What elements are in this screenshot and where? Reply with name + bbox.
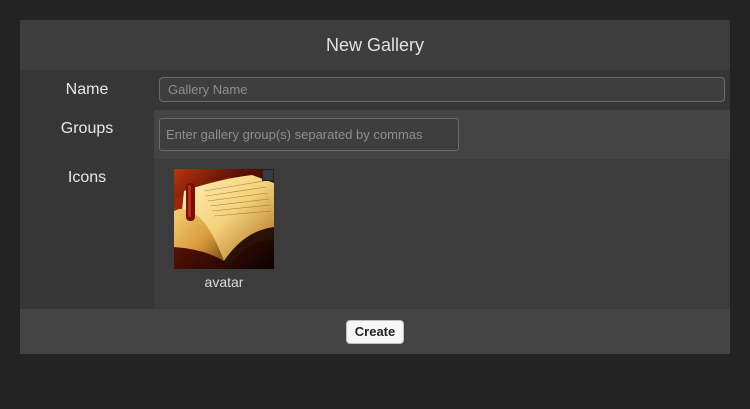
open-book-image	[174, 169, 274, 269]
groups-row: Groups	[20, 110, 730, 159]
gallery-name-input[interactable]	[159, 77, 725, 102]
dialog-title: New Gallery	[20, 20, 730, 70]
name-label: Name	[20, 70, 154, 110]
create-button[interactable]: Create	[345, 319, 405, 344]
icon-option-avatar[interactable]: avatar	[174, 169, 274, 290]
avatar-thumbnail[interactable]	[174, 169, 274, 269]
icons-row: Icons avatar	[20, 159, 730, 309]
icons-label: Icons	[20, 159, 154, 309]
name-row: Name	[20, 70, 730, 110]
icon-select-checkbox[interactable]	[262, 169, 274, 181]
icon-caption: avatar	[204, 274, 244, 290]
dialog-footer: Create	[20, 309, 730, 354]
groups-label: Groups	[20, 110, 154, 159]
new-gallery-dialog: New Gallery Name Groups Icons	[20, 20, 730, 354]
gallery-groups-input[interactable]	[159, 118, 459, 151]
